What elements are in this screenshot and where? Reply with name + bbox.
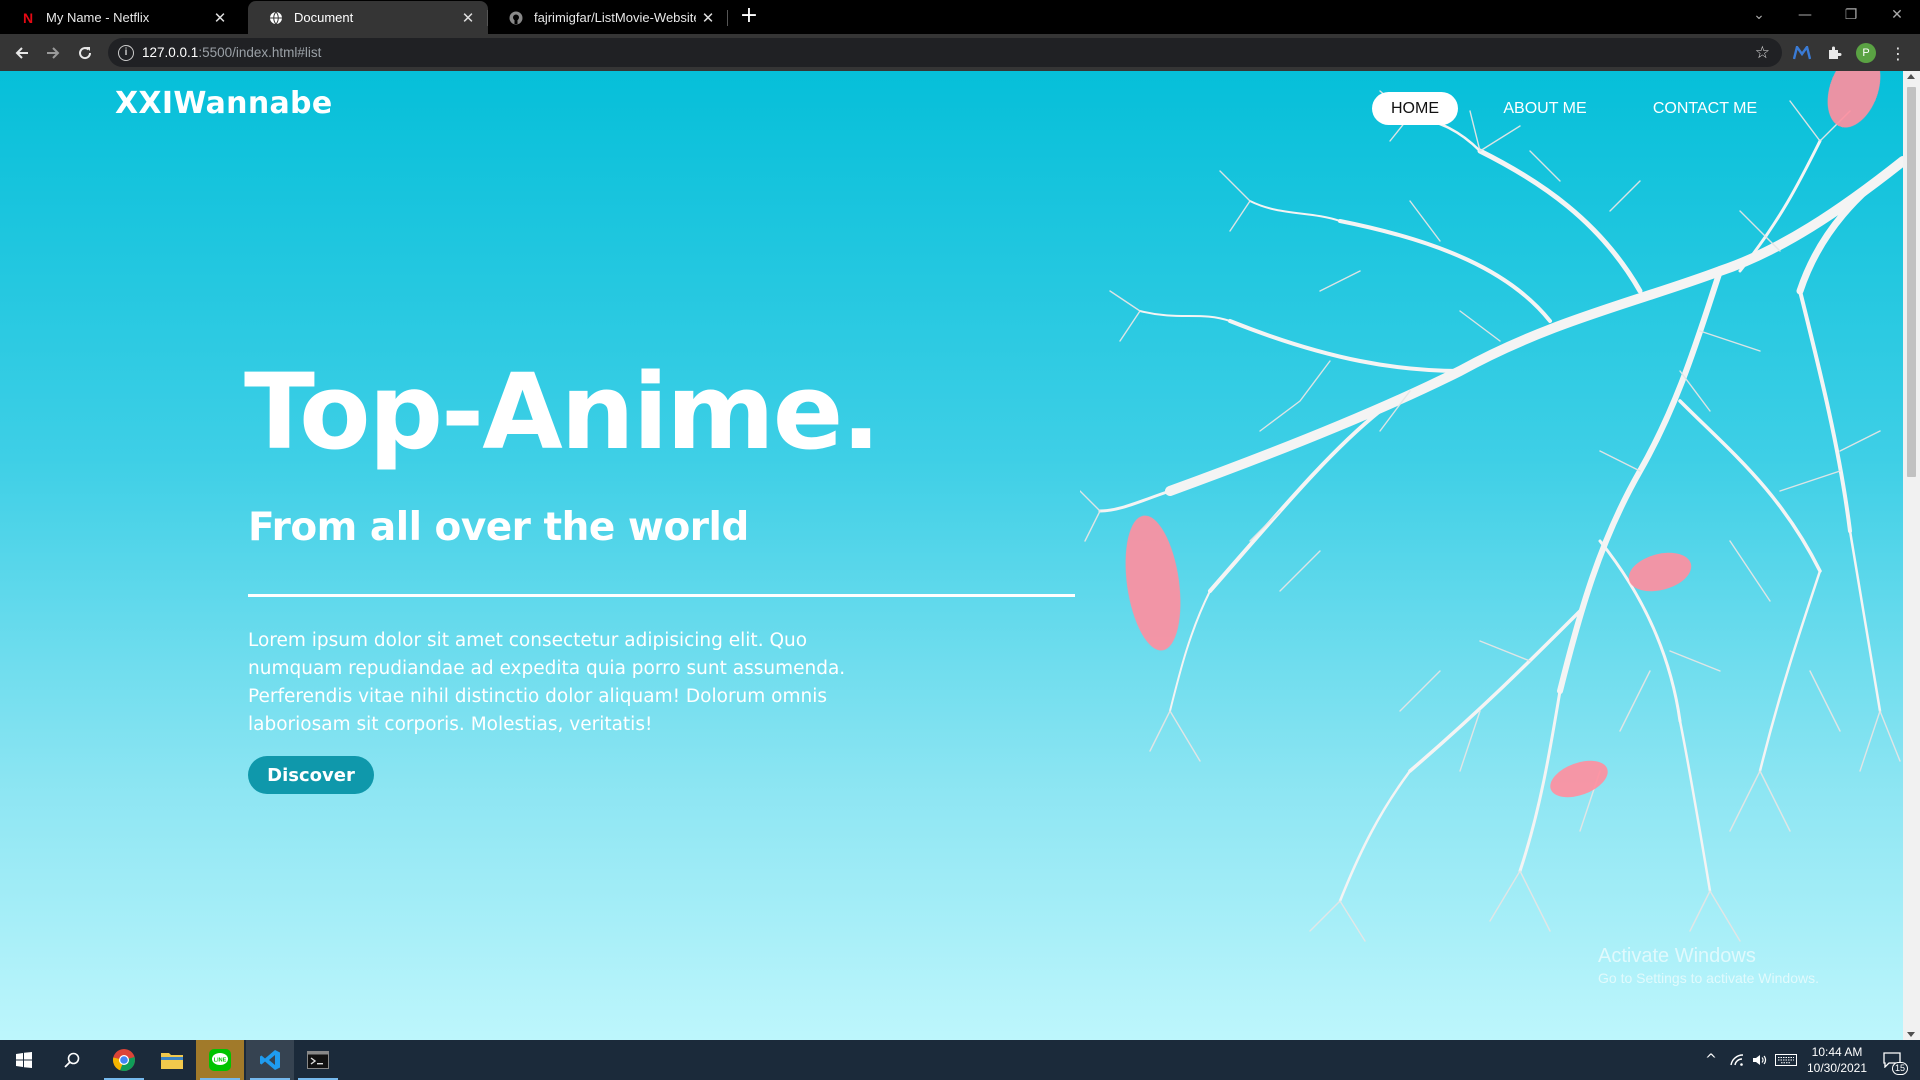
- forward-arrow-icon: [47, 47, 60, 59]
- restore-button[interactable]: ❐: [1828, 0, 1874, 30]
- profile-initial: P: [1856, 43, 1876, 63]
- keyboard-icon[interactable]: [1772, 1040, 1800, 1080]
- site-info-icon[interactable]: i: [118, 44, 134, 61]
- scroll-down-arrow-icon[interactable]: [1907, 1032, 1915, 1037]
- page-scrollbar[interactable]: [1903, 71, 1920, 1040]
- file-explorer-icon[interactable]: [148, 1040, 196, 1080]
- terminal-icon[interactable]: [294, 1040, 342, 1080]
- url-path: :5500/index.html#list: [198, 45, 322, 60]
- brand-logo[interactable]: XXIWannabe: [115, 86, 332, 121]
- pink-petal-decorations: [1125, 71, 1881, 798]
- tab-search-icon[interactable]: ⌄: [1736, 0, 1782, 30]
- address-bar[interactable]: i 127.0.0.1:5500/index.html#list ☆: [108, 38, 1782, 67]
- tab-title: Document: [294, 10, 354, 25]
- profile-avatar[interactable]: P: [1852, 39, 1880, 67]
- bookmark-star-icon[interactable]: ☆: [1755, 43, 1770, 63]
- windows-taskbar: LINE ^ 10:44 AM 10/30/2021 15: [0, 1040, 1920, 1080]
- browser-tab-strip: N My Name - Netflix ✕ Document ✕ fajrimi…: [0, 0, 1920, 34]
- new-tab-button[interactable]: +: [736, 4, 762, 30]
- windows-start-icon[interactable]: [0, 1040, 48, 1080]
- watermark-subtitle: Go to Settings to activate Windows.: [1598, 970, 1819, 986]
- close-tab-icon[interactable]: ✕: [208, 9, 232, 27]
- reload-icon: [79, 47, 92, 60]
- discover-button[interactable]: Discover: [248, 756, 374, 794]
- volume-speaker-icon[interactable]: [1748, 1040, 1770, 1080]
- nav-contact-me[interactable]: CONTACT ME: [1645, 92, 1765, 125]
- globe-icon: [268, 10, 284, 26]
- clock-time: 10:44 AM: [1811, 1045, 1863, 1059]
- forward-button[interactable]: [39, 39, 67, 67]
- network-wifi-icon[interactable]: [1726, 1040, 1748, 1080]
- hero-title: Top-Anime.: [244, 351, 881, 473]
- tab-title: My Name - Netflix: [46, 10, 150, 25]
- tab-title: fajrimigfar/ListMovie-Website: [534, 10, 696, 25]
- show-hidden-icons-chevron-icon[interactable]: ^: [1700, 1040, 1722, 1080]
- browser-toolbar: i 127.0.0.1:5500/index.html#list ☆ P ⋮: [0, 34, 1920, 71]
- svg-text:LINE: LINE: [214, 1058, 227, 1064]
- github-icon: [508, 10, 524, 26]
- watermark-title: Activate Windows: [1598, 945, 1756, 967]
- back-arrow-icon: [15, 47, 28, 59]
- extension-m-icon[interactable]: [1788, 39, 1816, 67]
- bare-tree-branch-image: [1080, 71, 1903, 942]
- activate-windows-watermark: Activate Windows Go to Settings to activ…: [1598, 945, 1819, 986]
- hero-divider: [248, 594, 1075, 597]
- tab-github[interactable]: fajrimigfar/ListMovie-Website ✕: [488, 1, 728, 34]
- hero-subtitle: From all over the world: [248, 505, 749, 550]
- search-icon[interactable]: [48, 1040, 96, 1080]
- browser-menu-icon[interactable]: ⋮: [1884, 39, 1912, 67]
- notification-count-badge: 15: [1891, 1062, 1908, 1075]
- scroll-up-arrow-icon[interactable]: [1907, 74, 1915, 79]
- close-tab-icon[interactable]: ✕: [456, 9, 480, 27]
- tab-netflix[interactable]: N My Name - Netflix ✕: [0, 1, 240, 34]
- chrome-icon[interactable]: [100, 1040, 148, 1080]
- system-clock[interactable]: 10:44 AM 10/30/2021: [1802, 1044, 1872, 1076]
- clock-date: 10/30/2021: [1806, 1061, 1868, 1075]
- scrollbar-thumb[interactable]: [1907, 87, 1916, 477]
- nav-about-me[interactable]: ABOUT ME: [1495, 92, 1595, 125]
- page-viewport: XXIWannabe HOME ABOUT ME CONTACT ME Top-…: [0, 71, 1920, 1040]
- minimize-button[interactable]: —: [1782, 0, 1828, 30]
- close-tab-icon[interactable]: ✕: [696, 9, 720, 27]
- tab-document[interactable]: Document ✕: [248, 1, 488, 34]
- tab-divider: [727, 10, 728, 26]
- close-window-button[interactable]: ✕: [1874, 0, 1920, 30]
- reload-button[interactable]: [71, 39, 99, 67]
- extensions-puzzle-icon[interactable]: [1820, 39, 1848, 67]
- hero-description: Lorem ipsum dolor sit amet consectetur a…: [248, 630, 846, 735]
- line-icon[interactable]: LINE: [196, 1040, 244, 1080]
- nav-home[interactable]: HOME: [1372, 92, 1458, 125]
- back-button[interactable]: [8, 39, 36, 67]
- notification-center-icon[interactable]: 15: [1874, 1040, 1910, 1080]
- url-host: 127.0.0.1: [142, 45, 199, 60]
- netflix-icon: N: [22, 9, 34, 26]
- vscode-icon[interactable]: [246, 1040, 294, 1080]
